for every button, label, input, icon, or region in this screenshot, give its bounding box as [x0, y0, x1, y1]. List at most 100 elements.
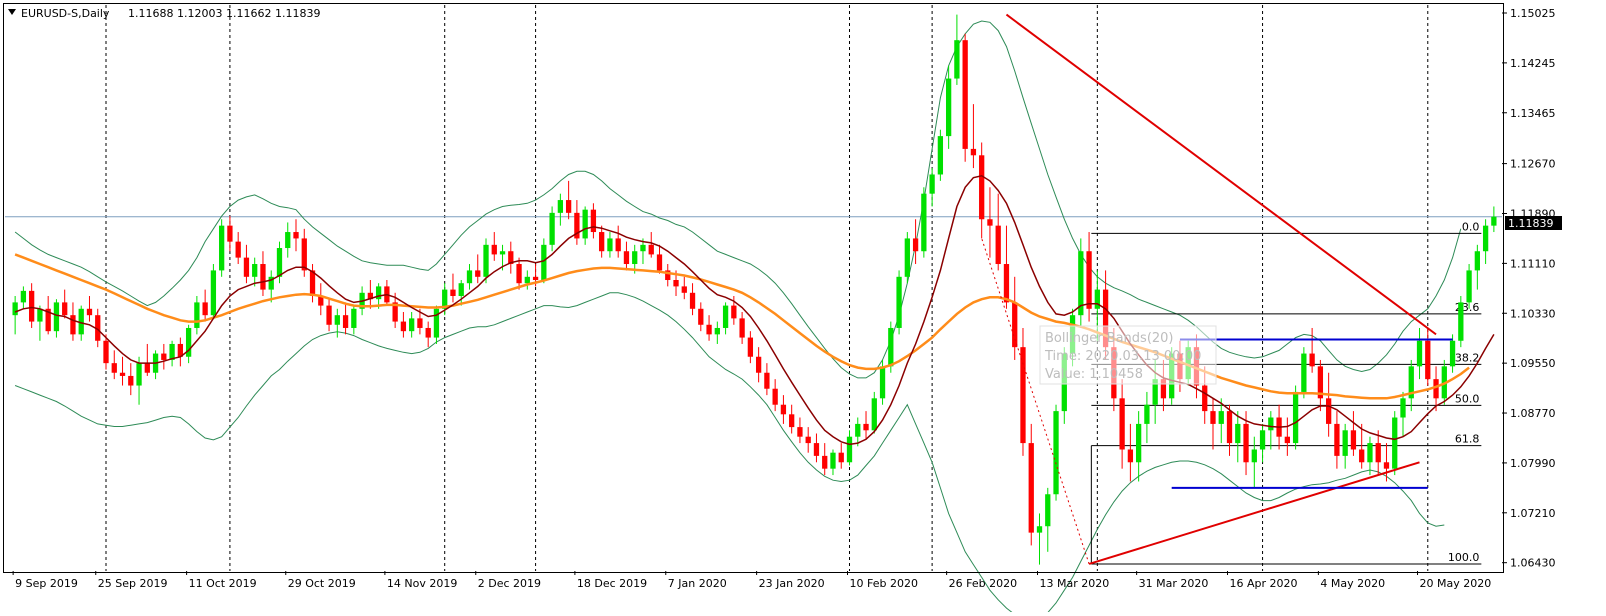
candle-body — [450, 289, 456, 296]
candle-body — [541, 244, 547, 281]
candle-body — [590, 209, 597, 233]
candle-body — [86, 308, 93, 316]
candle-body — [532, 276, 539, 281]
candle-body — [202, 302, 208, 316]
candle-body — [235, 241, 241, 258]
price-tick-label: 1.09550 — [1510, 357, 1556, 370]
candle-body — [706, 324, 712, 335]
date-tick-label: 20 May 2020 — [1420, 577, 1492, 590]
candle-body — [879, 366, 886, 399]
candle-body — [1028, 443, 1034, 533]
candle-body — [813, 443, 820, 456]
candle-body — [1251, 449, 1257, 463]
date-tick-label: 7 Jan 2020 — [668, 577, 727, 590]
price-chart[interactable]: 0.023.638.250.061.8100.0 Bollinger Bands… — [0, 0, 1606, 616]
price-tick-label: 1.08770 — [1510, 407, 1556, 420]
candle-body — [565, 200, 572, 213]
candle-body — [1020, 347, 1026, 444]
candle-body — [1474, 251, 1480, 271]
candle-body — [599, 232, 605, 252]
candle-body — [1458, 302, 1464, 341]
fib-level-label: 61.8 — [1455, 433, 1480, 446]
tooltip-line-2: Time: 2020.03.13 00:00 — [1044, 349, 1201, 364]
candle-body — [326, 305, 332, 325]
candle-body — [1235, 423, 1241, 444]
candle-body — [780, 404, 787, 415]
candle-body — [409, 318, 415, 332]
candle-body — [334, 315, 340, 325]
candle-body — [1466, 270, 1472, 303]
candle-body — [29, 290, 35, 322]
candle-body — [1243, 423, 1249, 463]
candle-body — [466, 270, 473, 284]
candle-body — [260, 264, 266, 290]
candle-body — [227, 225, 233, 242]
candle-body — [822, 455, 828, 469]
candle-body — [276, 248, 283, 277]
candle-body — [1491, 216, 1497, 226]
candle-body — [722, 305, 729, 328]
candle-body — [499, 251, 506, 255]
candle-body — [475, 270, 481, 277]
candle-body — [904, 238, 910, 277]
candle-body — [1400, 398, 1406, 418]
price-tick-label: 1.14245 — [1510, 57, 1556, 70]
candle-body — [1425, 340, 1431, 380]
candle-body — [1350, 430, 1357, 450]
candle-body — [309, 270, 316, 296]
candle-body — [979, 155, 985, 220]
date-tick-label: 11 Oct 2019 — [189, 577, 257, 590]
chart-background — [0, 0, 1606, 612]
candle-body — [1036, 526, 1043, 533]
candle-body — [136, 363, 142, 386]
candle-body — [995, 225, 1001, 265]
candle-body — [1226, 411, 1233, 444]
candle-body — [656, 254, 663, 271]
candle-body — [689, 292, 696, 309]
candle-body — [491, 244, 497, 255]
candle-body — [1268, 417, 1274, 431]
candle-body — [1433, 379, 1439, 399]
fib-level-label: 0.0 — [1462, 220, 1480, 233]
candle-body — [62, 302, 68, 316]
candle-body — [1202, 385, 1208, 412]
candle-body — [1045, 494, 1051, 527]
candle-body — [945, 78, 952, 137]
candle-body — [37, 308, 43, 322]
date-tick-label: 16 Apr 2020 — [1230, 577, 1298, 590]
current-price-label: 1.11839 — [1508, 217, 1554, 230]
candle-body — [1210, 411, 1216, 424]
candle-body — [301, 238, 307, 271]
date-tick-label: 26 Feb 2020 — [949, 577, 1017, 590]
tooltip-line-3: Value: 1.10458 — [1045, 367, 1143, 382]
candle-body — [161, 353, 167, 360]
candle-body — [838, 452, 844, 463]
date-tick-label: 18 Dec 2019 — [577, 577, 647, 590]
candle-body — [1392, 417, 1398, 469]
candle-body — [1359, 449, 1365, 463]
candle-body — [1012, 302, 1018, 348]
chart-header: EURUSD-S,Daily 1.11688 1.12003 1.11662 1… — [8, 7, 320, 20]
candle-body — [648, 244, 654, 255]
chart-window[interactable]: 0.0 23.6 38.2 50.0 61.8 100.0 Bollinger Bands… — [0, 0, 1606, 616]
candle-body — [1416, 340, 1423, 367]
candle-body — [1119, 398, 1125, 450]
candle-body — [937, 136, 944, 175]
price-tick-label: 1.07990 — [1510, 457, 1556, 470]
date-tick-label: 31 Mar 2020 — [1139, 577, 1209, 590]
candle-body — [640, 244, 646, 252]
candle-body — [962, 40, 968, 149]
candle-body — [615, 238, 621, 252]
candle-body — [524, 276, 530, 284]
candle-body — [582, 209, 588, 239]
date-tick-label: 4 May 2020 — [1320, 577, 1385, 590]
candle-body — [483, 244, 489, 277]
candle-body — [698, 308, 704, 325]
candle-body — [1334, 423, 1340, 456]
ohlc-values: 1.11688 1.12003 1.11662 1.11839 — [128, 7, 320, 20]
candle-body — [1086, 251, 1092, 309]
tooltip-line-1: Bollinger Bands(20) — [1045, 331, 1174, 346]
candle-body — [219, 225, 225, 271]
candle-body — [293, 232, 299, 239]
date-tick-label: 23 Jan 2020 — [759, 577, 825, 590]
